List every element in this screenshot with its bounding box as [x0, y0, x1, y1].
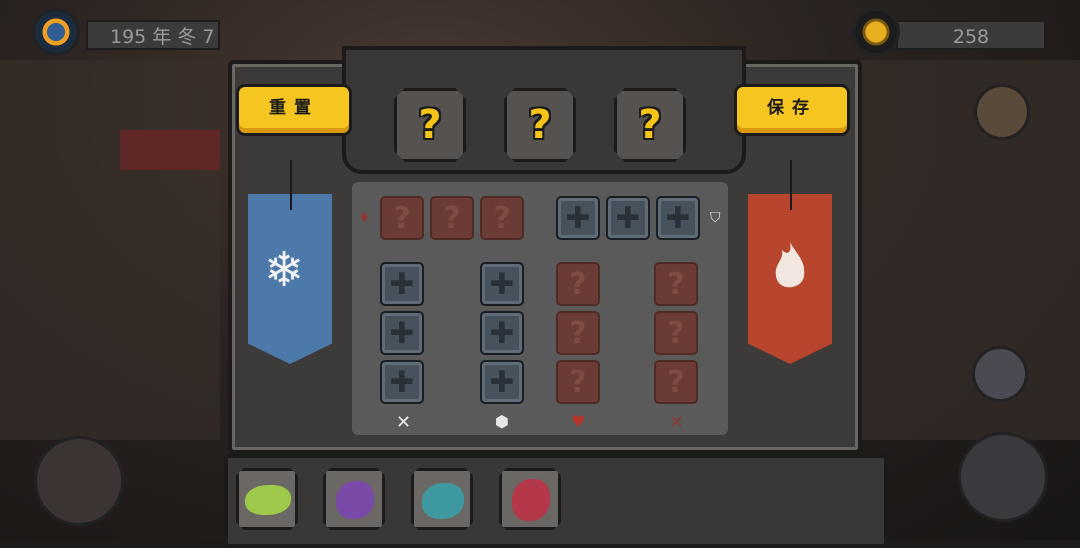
background-wall-left: [0, 60, 220, 440]
red-dragon-icon: [512, 479, 550, 521]
plus-icon: ✚: [489, 266, 515, 302]
date-bar: 195 年 冬 7: [86, 20, 220, 50]
locked-tile[interactable]: ?: [654, 311, 698, 355]
creature-card-lizard[interactable]: [411, 468, 473, 530]
coin-bar: 258: [896, 20, 1046, 50]
locked-tile[interactable]: ?: [654, 360, 698, 404]
empty-slot-tile[interactable]: ✚: [656, 196, 700, 240]
question-mark-icon: ?: [638, 102, 662, 148]
locked-tile[interactable]: ?: [556, 311, 600, 355]
coin-icon: [852, 8, 900, 56]
locked-tile-mark: ?: [443, 200, 461, 236]
background-wall-right: [860, 60, 1080, 440]
locked-tile-mark: ?: [393, 200, 411, 236]
plus-icon: ✚: [389, 364, 415, 400]
empty-slot-tile[interactable]: ✚: [380, 311, 424, 355]
season-icon[interactable]: [32, 8, 80, 56]
fire-banner: [748, 194, 832, 364]
house-portrait-icon[interactable]: [34, 436, 124, 526]
empty-slot-tile[interactable]: ✚: [556, 196, 600, 240]
purple-bird-icon: [336, 481, 374, 519]
plus-icon: ✚: [489, 315, 515, 351]
green-bird-icon: [245, 485, 291, 515]
empty-slot-tile[interactable]: ✚: [380, 262, 424, 306]
locked-tile-mark: ?: [569, 315, 587, 351]
ice-banner: ❄: [248, 194, 332, 364]
plus-icon: ✚: [389, 315, 415, 351]
teal-lizard-icon: [422, 483, 464, 519]
background-red-carpet: [120, 130, 220, 170]
locked-tile-mark: ?: [569, 364, 587, 400]
reset-button[interactable]: 重置: [236, 84, 352, 136]
locked-tile[interactable]: ?: [654, 262, 698, 306]
locked-tile-mark: ?: [569, 266, 587, 302]
creature-card-feathered[interactable]: [323, 468, 385, 530]
mystery-slot[interactable]: ?: [394, 88, 466, 162]
coin-count: 258: [952, 26, 990, 48]
heart-icon: ♥: [571, 412, 586, 431]
locked-tile[interactable]: ?: [556, 360, 600, 404]
plus-icon: ✚: [389, 266, 415, 302]
locked-tile[interactable]: ?: [380, 196, 424, 240]
save-label: 保存: [767, 98, 817, 118]
question-mark-icon: ?: [528, 102, 552, 148]
locked-tile[interactable]: ?: [556, 262, 600, 306]
shield-icon: ⬢: [495, 412, 509, 431]
knight-portrait-icon[interactable]: [974, 84, 1030, 140]
date-text: 195 年 冬 7: [110, 26, 215, 48]
flame-icon: [775, 242, 805, 288]
right-banner-pole: [790, 160, 792, 210]
locked-tile-mark: ?: [667, 266, 685, 302]
empty-slot-tile[interactable]: ✚: [480, 262, 524, 306]
mystery-slot[interactable]: ?: [504, 88, 576, 162]
plus-icon: ✚: [615, 200, 641, 236]
reset-label: 重置: [269, 98, 319, 118]
empty-slot-tile[interactable]: ✚: [606, 196, 650, 240]
plus-icon: ✚: [665, 200, 691, 236]
mystery-slot[interactable]: ?: [614, 88, 686, 162]
bucket-row-icon: ⛉: [710, 210, 721, 226]
empty-slot-tile[interactable]: ✚: [480, 360, 524, 404]
locked-tile-mark: ?: [493, 200, 511, 236]
dragon-portrait-icon[interactable]: [958, 432, 1048, 522]
creature-card-bird[interactable]: [236, 468, 298, 530]
locked-tile[interactable]: ?: [430, 196, 474, 240]
skill-tree-icon[interactable]: [972, 346, 1028, 402]
empty-slot-tile[interactable]: ✚: [380, 360, 424, 404]
flame-row-icon: ♦: [358, 210, 371, 226]
question-mark-icon: ?: [418, 102, 442, 148]
locked-tile[interactable]: ?: [480, 196, 524, 240]
locked-tile-mark: ?: [667, 315, 685, 351]
plus-icon: ✚: [489, 364, 515, 400]
creature-card-dragon[interactable]: [499, 468, 561, 530]
sword-icon: ✕: [396, 412, 412, 433]
left-banner-pole: [290, 160, 292, 210]
locked-tile-mark: ?: [667, 364, 685, 400]
empty-slot-tile[interactable]: ✚: [480, 311, 524, 355]
plus-icon: ✚: [565, 200, 591, 236]
save-button[interactable]: 保存: [734, 84, 850, 136]
crossed-swords-icon: ✕: [669, 412, 685, 433]
snowflake-icon: ❄: [264, 242, 305, 298]
